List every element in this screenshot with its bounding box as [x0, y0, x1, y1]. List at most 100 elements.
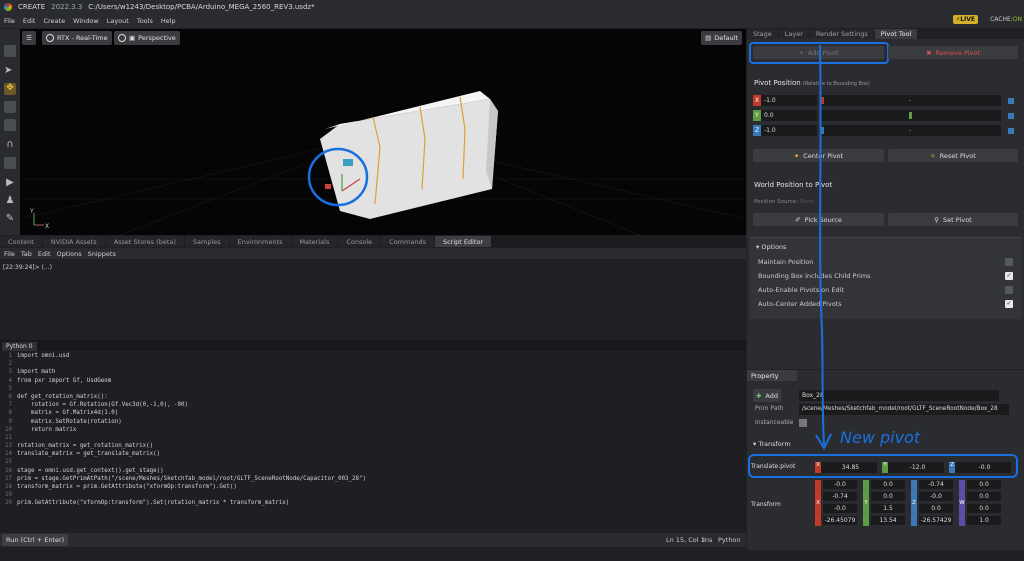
code-line[interactable]: 18 transform_matrix = prim.GetAttribute("… [0, 483, 746, 491]
menu-layout[interactable]: Layout [107, 17, 129, 25]
viewport[interactable]: ☰ RTX - Real-Time ▣ Perspective ▤ Default … [20, 29, 746, 235]
axis-x-label: X [45, 223, 49, 230]
script-output: [22:39:24]> (...) [0, 260, 746, 340]
rotate-tool-icon[interactable] [4, 101, 16, 113]
tab-asset-stores[interactable]: Asset Stores (beta) [105, 236, 184, 247]
code-line[interactable]: 2 [0, 360, 746, 368]
run-button[interactable]: Run (Ctrl + Enter) [2, 534, 69, 546]
snap-magnet-icon[interactable]: ∩ [4, 139, 16, 151]
line-number: 2 [8, 361, 13, 368]
code-line[interactable]: 17 prim = stage.GetPrimAtPath("/scene/Mes… [0, 475, 746, 483]
file-path: C:/Users/w1243/Desktop/PCBA/Arduino_MEGA… [88, 3, 315, 11]
tab-commands[interactable]: Commands [381, 236, 434, 247]
code-line[interactable]: 1 import omni.usd [0, 352, 746, 360]
cache-status[interactable]: CACHE:ON [990, 16, 1022, 23]
code-line[interactable]: 14 translate_matrix = get_translate_matri… [0, 450, 746, 458]
code-line[interactable]: 7 rotation = Gf.Rotation(Gf.Vec3d(0,-1,0… [0, 401, 746, 409]
matrix-cell[interactable]: -0.74 [919, 480, 953, 489]
matrix-axis-x: X [815, 480, 821, 526]
code-line[interactable]: 19 [0, 491, 746, 499]
code-line[interactable]: 9 matrix.SetRotate(rotation) [0, 418, 746, 426]
matrix-cell[interactable]: 13.54 [871, 516, 905, 525]
menu-window[interactable]: Window [73, 17, 99, 25]
app-name: CREATE [18, 3, 46, 11]
matrix-cell[interactable]: 0.0 [967, 480, 1001, 489]
matrix-cell[interactable]: -0.0 [919, 492, 953, 501]
matrix-cell[interactable]: 0.0 [919, 504, 953, 513]
menu-edit[interactable]: Edit [23, 17, 36, 25]
menu-help[interactable]: Help [161, 17, 176, 25]
tab-samples[interactable]: Samples [184, 236, 229, 247]
matrix-cell[interactable]: -26.57429 [919, 516, 953, 525]
transform-label: Transform [751, 501, 781, 508]
paint-icon[interactable]: ✎ [4, 213, 16, 225]
matrix-cell[interactable]: -0.0 [823, 504, 857, 513]
arrow-tool-icon[interactable]: ➤ [4, 65, 16, 77]
script-editor-menu: File Tab Edit Options Snippets [0, 248, 746, 259]
script-menu-file[interactable]: File [4, 250, 15, 258]
matrix-axis-y: Y [863, 480, 869, 526]
code-editor[interactable]: 1 import omni.usd 2 3 import math 4 from pxr i… [0, 352, 746, 532]
code-line[interactable]: 6 def get_rotation_matrix(): [0, 393, 746, 401]
matrix-cell[interactable]: -26.45079 [823, 516, 857, 525]
code-line[interactable]: 5 [0, 385, 746, 393]
menu-bar: File Edit Create Window Layout Tools Hel… [0, 14, 1024, 28]
matrix-cell[interactable]: 1.0 [967, 516, 1001, 525]
tab-materials[interactable]: Materials [291, 236, 338, 247]
matrix-cell[interactable]: 0.0 [871, 480, 905, 489]
line-number: 17 [5, 475, 12, 482]
play-icon[interactable]: ▶ [4, 177, 16, 189]
code-text: from pxr import Gf, UsdGeom [17, 377, 112, 384]
menu-tools[interactable]: Tools [137, 17, 153, 25]
code-line[interactable]: 15 [0, 458, 746, 466]
menu-create[interactable]: Create [43, 17, 65, 25]
tab-nvidia-assets[interactable]: NVIDIA Assets [42, 236, 105, 247]
script-menu-options[interactable]: Options [57, 250, 82, 258]
tab-content[interactable]: Content [0, 236, 42, 247]
code-line[interactable]: 8 matrix = Gf.Matrix4d(1.0) [0, 409, 746, 417]
line-number: 9 [8, 418, 13, 425]
code-line[interactable]: 20 prim.GetAttribute("xformOp:transform")… [0, 499, 746, 507]
code-text: prim.GetAttribute("xformOp:transform").S… [17, 500, 290, 507]
script-status-bar: Run (Ctrl + Enter) Ln 15, Col 1 Ins Pyth… [0, 533, 746, 547]
menu-file[interactable]: File [4, 17, 15, 25]
matrix-cell[interactable]: 0.0 [871, 492, 905, 501]
script-menu-tab[interactable]: Tab [21, 250, 32, 258]
translate-row: Translate:pivot X 34.85 Y -12.0 Z -0.0 [747, 450, 1024, 480]
code-line[interactable]: 4 from pxr import Gf, UsdGeom [0, 377, 746, 385]
code-text: import omni.usd [17, 353, 70, 359]
code-line[interactable]: 13 rotation_matrix = get_rotation_matrix(… [0, 442, 746, 450]
matrix-cell[interactable]: 0.0 [967, 504, 1001, 513]
script-menu-snippets[interactable]: Snippets [88, 250, 116, 258]
output-line: [22:39:24]> (...) [3, 264, 52, 271]
insert-mode: Ins [703, 536, 713, 544]
language-label: Python [718, 536, 741, 544]
matrix-cell[interactable]: -0.74 [823, 492, 857, 501]
line-number: 16 [5, 467, 12, 474]
matrix-cell[interactable]: 1.5 [871, 504, 905, 513]
matrix-axis-w: W [959, 480, 965, 526]
tab-script-editor[interactable]: Script Editor [434, 236, 492, 247]
matrix-axis-z: Z [911, 480, 917, 526]
physics-icon[interactable]: ♟ [4, 195, 16, 207]
code-line[interactable]: 10 return matrix [0, 426, 746, 434]
line-number: 1 [8, 353, 13, 359]
matrix-cell[interactable]: -0.0 [823, 480, 857, 489]
tab-console[interactable]: Console [338, 236, 381, 247]
code-line[interactable]: 3 import math [0, 368, 746, 376]
tab-python-0[interactable]: Python 0 [2, 342, 37, 351]
line-number: 20 [5, 500, 12, 507]
script-menu-edit[interactable]: Edit [38, 250, 51, 258]
code-line[interactable]: 16 stage = omni.usd.get_context().get_sta… [0, 467, 746, 475]
matrix-cell[interactable]: 0.0 [967, 492, 1001, 501]
code-text: transform_matrix = prim.GetAttribute("xf… [17, 484, 237, 490]
select-tool-icon[interactable] [4, 45, 16, 57]
toggle-tool-icon[interactable] [4, 157, 16, 169]
scale-tool-icon[interactable] [4, 119, 16, 131]
tab-environments[interactable]: Environments [229, 236, 291, 247]
code-text: matrix = Gf.Matrix4d(1.0) [17, 410, 119, 417]
code-line[interactable]: 11 [0, 434, 746, 442]
line-number: 15 [5, 459, 12, 466]
move-tool-icon[interactable]: ✥ [4, 83, 16, 95]
live-badge[interactable]: ⚡LIVE [952, 15, 978, 24]
